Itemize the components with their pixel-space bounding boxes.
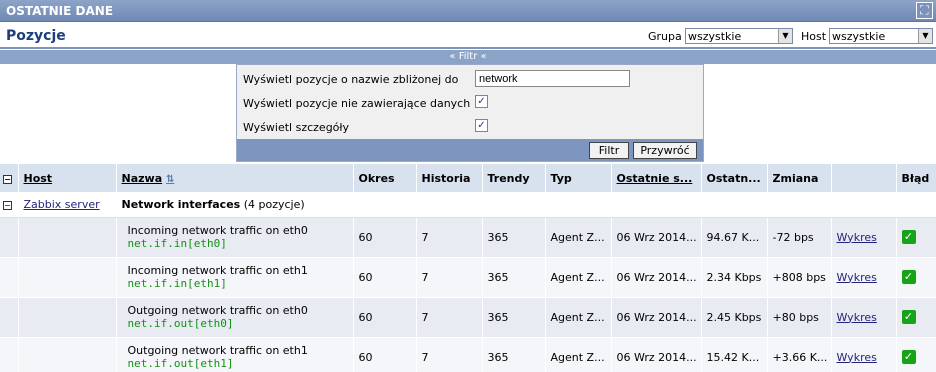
chevron-down-icon: ▼: [918, 29, 932, 43]
item-name: Outgoing network traffic on eth1: [127, 344, 308, 357]
error-cell: ✓: [896, 217, 936, 258]
table-row: Incoming network traffic on eth1 net.if.…: [0, 257, 936, 298]
filter-toggle[interactable]: « Filtr «: [0, 50, 936, 64]
item-key: net.if.out[eth1]: [127, 357, 234, 370]
error-cell: ✓: [896, 257, 936, 298]
reset-button[interactable]: Przywróć: [633, 142, 697, 159]
items-table: − Host Nazwa ⇅ Okres Historia Trendy Typ…: [0, 164, 936, 372]
collapse-group-icon[interactable]: −: [0, 192, 19, 218]
fullscreen-icon[interactable]: ⛶: [916, 2, 933, 19]
host-select-value: wszystkie: [832, 30, 886, 43]
item-history: 7: [416, 217, 483, 258]
item-period: 60: [353, 337, 417, 372]
ok-check-icon: ✓: [901, 230, 916, 244]
name-filter-label: Wyświetl pozycje o nazwie zbliżonej do: [243, 73, 459, 86]
nodata-label: Wyświetl pozycje nie zawierające danych: [243, 97, 471, 110]
item-type: Agent Z...: [545, 217, 612, 258]
item-trends: 365: [482, 337, 546, 372]
col-change: Zmiana: [767, 164, 832, 192]
item-trends: 365: [482, 257, 546, 298]
graph-link[interactable]: Wykres: [831, 257, 897, 298]
item-last-value: 2.34 Kbps: [701, 257, 768, 298]
item-change: +3.66 K...: [767, 337, 832, 372]
col-name[interactable]: Nazwa ⇅: [116, 164, 354, 192]
item-key: net.if.out[eth0]: [127, 317, 234, 330]
group-select-value: wszystkie: [688, 30, 742, 43]
filter-panel: Wyświetl pozycje o nazwie zbliżonej do W…: [236, 64, 704, 162]
col-error: Błąd: [896, 164, 936, 192]
item-last-check: 06 Wrz 2014...: [611, 257, 702, 298]
item-last-check: 06 Wrz 2014...: [611, 217, 702, 258]
table-row: Outgoing network traffic on eth1 net.if.…: [0, 337, 936, 372]
group-host[interactable]: Zabbix server: [18, 192, 117, 218]
item-change: -72 bps: [767, 217, 832, 258]
item-name-cell: Outgoing network traffic on eth0 net.if.…: [116, 297, 354, 338]
item-name-cell: Outgoing network traffic on eth1 net.if.…: [116, 337, 354, 372]
item-key: net.if.in[eth0]: [127, 237, 227, 250]
group-row: − Zabbix server Network interfaces (4 po…: [0, 192, 936, 218]
collapse-all-icon[interactable]: −: [0, 164, 19, 192]
page-header: Pozycje Grupa wszystkie ▼ Host wszystkie…: [0, 23, 936, 49]
item-name: Incoming network traffic on eth0: [127, 224, 308, 237]
col-history: Historia: [416, 164, 483, 192]
graph-link[interactable]: Wykres: [831, 337, 897, 372]
group-title: Network interfaces (4 pozycje): [116, 192, 936, 218]
host-label: Host: [801, 30, 827, 43]
item-last-value: 15.42 K...: [701, 337, 768, 372]
item-period: 60: [353, 217, 417, 258]
filter-buttons-bar: Filtr Przywróć: [237, 139, 703, 161]
item-history: 7: [416, 257, 483, 298]
item-last-check: 06 Wrz 2014...: [611, 337, 702, 372]
table-row: Incoming network traffic on eth0 net.if.…: [0, 217, 936, 258]
item-type: Agent Z...: [545, 337, 612, 372]
col-graph: [831, 164, 897, 192]
error-cell: ✓: [896, 337, 936, 372]
item-change: +80 bps: [767, 297, 832, 338]
window-titlebar: OSTATNIE DANE ⛶: [0, 0, 936, 22]
page-title: Pozycje: [6, 28, 66, 44]
group-select[interactable]: wszystkie ▼: [685, 28, 793, 44]
col-trends: Trendy: [482, 164, 546, 192]
group-label: Grupa: [648, 30, 682, 43]
filter-button[interactable]: Filtr: [589, 142, 629, 159]
nodata-checkbox[interactable]: ✓: [475, 95, 488, 108]
details-label: Wyświetl szczegóły: [243, 121, 350, 134]
name-filter-input[interactable]: [475, 70, 630, 87]
col-type: Typ: [545, 164, 612, 192]
item-name-cell: Incoming network traffic on eth1 net.if.…: [116, 257, 354, 298]
col-last-check[interactable]: Ostatnie s...: [611, 164, 702, 192]
col-period: Okres: [353, 164, 417, 192]
host-select[interactable]: wszystkie ▼: [829, 28, 933, 44]
graph-link[interactable]: Wykres: [831, 297, 897, 338]
col-host[interactable]: Host: [18, 164, 117, 192]
table-header: − Host Nazwa ⇅ Okres Historia Trendy Typ…: [0, 164, 936, 192]
ok-check-icon: ✓: [901, 270, 916, 284]
item-period: 60: [353, 297, 417, 338]
details-checkbox[interactable]: ✓: [475, 119, 488, 132]
item-history: 7: [416, 297, 483, 338]
item-type: Agent Z...: [545, 297, 612, 338]
item-last-value: 2.45 Kbps: [701, 297, 768, 338]
item-period: 60: [353, 257, 417, 298]
item-key: net.if.in[eth1]: [127, 277, 227, 290]
table-row: Outgoing network traffic on eth0 net.if.…: [0, 297, 936, 338]
item-name: Outgoing network traffic on eth0: [127, 304, 308, 317]
error-cell: ✓: [896, 297, 936, 338]
item-last-value: 94.67 K...: [701, 217, 768, 258]
ok-check-icon: ✓: [901, 310, 916, 324]
chevron-down-icon: ▼: [778, 29, 792, 43]
ok-check-icon: ✓: [901, 350, 916, 364]
item-type: Agent Z...: [545, 257, 612, 298]
item-trends: 365: [482, 217, 546, 258]
item-name: Incoming network traffic on eth1: [127, 264, 308, 277]
item-trends: 365: [482, 297, 546, 338]
col-last-value: Ostatn...: [701, 164, 768, 192]
window-title: OSTATNIE DANE: [6, 4, 114, 18]
graph-link[interactable]: Wykres: [831, 217, 897, 258]
item-last-check: 06 Wrz 2014...: [611, 297, 702, 338]
sort-icon: ⇅: [165, 173, 175, 185]
item-history: 7: [416, 337, 483, 372]
item-name-cell: Incoming network traffic on eth0 net.if.…: [116, 217, 354, 258]
item-change: +808 bps: [767, 257, 832, 298]
